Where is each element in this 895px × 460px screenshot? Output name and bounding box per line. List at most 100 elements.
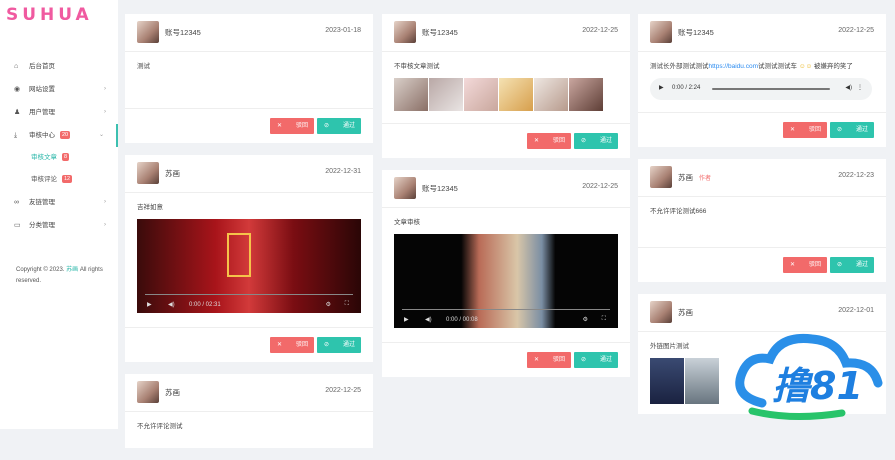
reject-button[interactable]: ✕ 驳回 [783,122,827,138]
avatar [650,166,672,188]
gallery-image[interactable] [394,78,428,111]
username: 苏画 [165,388,180,397]
pass-button[interactable]: ⊘ 通过 [574,133,618,149]
post-text: 测试长外部测试测试https://baidu.com试测试测试车 ☺☺ 被嫌弃的… [650,62,874,72]
post-date: 2022-12-25 [838,27,874,34]
post-date: 2022-12-31 [325,168,361,175]
card-header: 账号12345 2022-12-25 [638,14,886,52]
check-circle-icon: ⊘ [837,262,843,268]
sidebar-subitem-audit-comments[interactable]: 审核评论 12 [0,169,118,191]
more-icon[interactable]: ⋮ [857,84,863,91]
card-footer: ✕ 驳回 ⊘ 通过 [382,342,630,377]
username: 账号12345 [678,28,714,37]
audio-player[interactable]: ▶ 0:00 / 2:24 ◀) ⋮ [650,78,872,100]
sidebar-item-users[interactable]: ♟ 用户管理 › [0,101,118,124]
gallery-image[interactable] [429,78,463,111]
sidebar-item-audit-center[interactable]: ⤓ 审核中心 20 ⌄ [0,124,118,147]
post-text: 文章审核 [394,219,420,226]
users-icon: ♟ [14,109,21,116]
fullscreen-icon[interactable]: ⛶ [602,316,606,323]
logo[interactable]: SUHUA [6,5,93,25]
video-progress-bar[interactable] [402,309,610,310]
post-date: 2022-12-25 [582,183,618,190]
gallery-image[interactable] [650,358,684,404]
card-body: 不允许评论测试 [125,412,373,448]
chevron-right-icon: › [104,222,106,228]
gear-icon[interactable]: ⚙ [583,316,588,323]
pass-button[interactable]: ⊘ 通过 [830,122,874,138]
copyright-brand-link[interactable]: 苏画 [66,267,78,273]
reject-label: 驳回 [553,138,566,144]
reject-button[interactable]: ✕ 驳回 [270,337,314,353]
post-date: 2023-01-18 [325,27,361,34]
card-body: 测试长外部测试测试https://baidu.com试测试测试车 ☺☺ 被嫌弃的… [638,52,886,112]
card-header: 苏画 作者 2022-12-23 [638,159,886,197]
play-icon[interactable]: ▶ [659,84,664,91]
pass-button[interactable]: ⊘ 通过 [317,118,361,134]
username: 账号12345 [422,28,458,37]
card-header: 账号12345 2022-12-25 [382,170,630,208]
reject-label: 驳回 [809,262,822,268]
pass-label: 通过 [856,127,869,133]
pass-label: 通过 [600,138,613,144]
gear-icon[interactable]: ⚙ [326,301,331,308]
play-icon[interactable]: ▶ [147,301,152,308]
reject-button[interactable]: ✕ 驳回 [270,118,314,134]
audit-card: 苏画 作者 2022-12-23 不允许评论测试666 ✕ 驳回 ⊘ 通过 [638,159,886,282]
sidebar-item-home[interactable]: ⌂ 后台首页 [0,55,118,78]
sidebar-item-label: 网站设置 [29,86,55,93]
audit-card: 苏画 2022-12-31 吉祥如意 ▶ ◀) 0:00 / 02:31 ⚙ ⛶… [125,155,373,362]
image-gallery [394,78,618,111]
gallery-image[interactable] [685,358,719,404]
gallery-image[interactable] [569,78,603,111]
post-text: 不允许评论测试666 [650,208,707,215]
card-header: 账号12345 2022-12-25 [382,14,630,52]
sidebar-item-label: 分类管理 [29,222,55,229]
gallery-image[interactable] [464,78,498,111]
pass-label: 通过 [343,342,356,348]
audit-card: 账号12345 2023-01-18 测试 ✕ 驳回 ⊘ 通过 [125,14,373,143]
video-player[interactable]: ▶ ◀) 0:00 / 02:31 ⚙ ⛶ [137,219,361,313]
post-link[interactable]: https://baidu.com [709,63,759,70]
avatar [394,177,416,199]
volume-icon[interactable]: ◀) [845,84,852,91]
pass-button[interactable]: ⊘ 通过 [830,257,874,273]
username-text: 苏画 [678,173,693,182]
copyright: Copyright © 2023. 苏画 All rights reserved… [16,265,111,287]
card-body: 不允许评论测试666 [638,197,886,247]
volume-icon[interactable]: ◀) [425,316,432,323]
fullscreen-icon[interactable]: ⛶ [345,301,349,308]
post-date: 2022-12-25 [325,387,361,394]
sidebar-item-categories[interactable]: ▭ 分类管理 › [0,214,118,237]
volume-icon[interactable]: ◀) [168,301,175,308]
audit-card: 账号12345 2022-12-25 测试长外部测试测试https://baid… [638,14,886,147]
reject-button[interactable]: ✕ 驳回 [783,257,827,273]
video-player[interactable]: ▶ ◀) 0:00 / 00:08 ⚙ ⛶ [394,234,618,328]
reject-button[interactable]: ✕ 驳回 [527,352,571,368]
video-progress-bar[interactable] [145,294,353,295]
video-poster-decoration [227,233,251,277]
sidebar-subitem-audit-articles[interactable]: 审核文章 8 [0,147,118,169]
reject-button[interactable]: ✕ 驳回 [527,133,571,149]
home-icon: ⌂ [14,63,19,70]
video-controls: ▶ ◀) 0:00 / 00:08 ⚙ ⛶ [394,309,618,328]
reject-label: 驳回 [296,123,309,129]
audit-count-badge: 20 [60,131,71,140]
audio-progress-bar[interactable] [712,88,830,90]
gallery-image[interactable] [499,78,533,111]
column-2: 账号12345 2022-12-25 不审核文章测试 ✕ 驳回 ⊘ 通过 账号123… [382,14,630,389]
pass-button[interactable]: ⊘ 通过 [317,337,361,353]
sidebar-item-links[interactable]: ∞ 友链管理 › [0,191,118,214]
watermark-text: 撸81 [772,364,863,408]
globe-icon: ◉ [14,86,21,93]
pass-button[interactable]: ⊘ 通过 [574,352,618,368]
close-icon: ✕ [277,123,283,129]
gallery-image[interactable] [534,78,568,111]
play-icon[interactable]: ▶ [404,316,409,323]
close-icon: ✕ [534,357,540,363]
username: 账号12345 [165,28,201,37]
avatar [137,381,159,403]
reject-label: 驳回 [809,127,822,133]
chevron-down-icon: ⌄ [98,132,104,138]
sidebar-item-site-settings[interactable]: ◉ 网站设置 › [0,78,118,101]
